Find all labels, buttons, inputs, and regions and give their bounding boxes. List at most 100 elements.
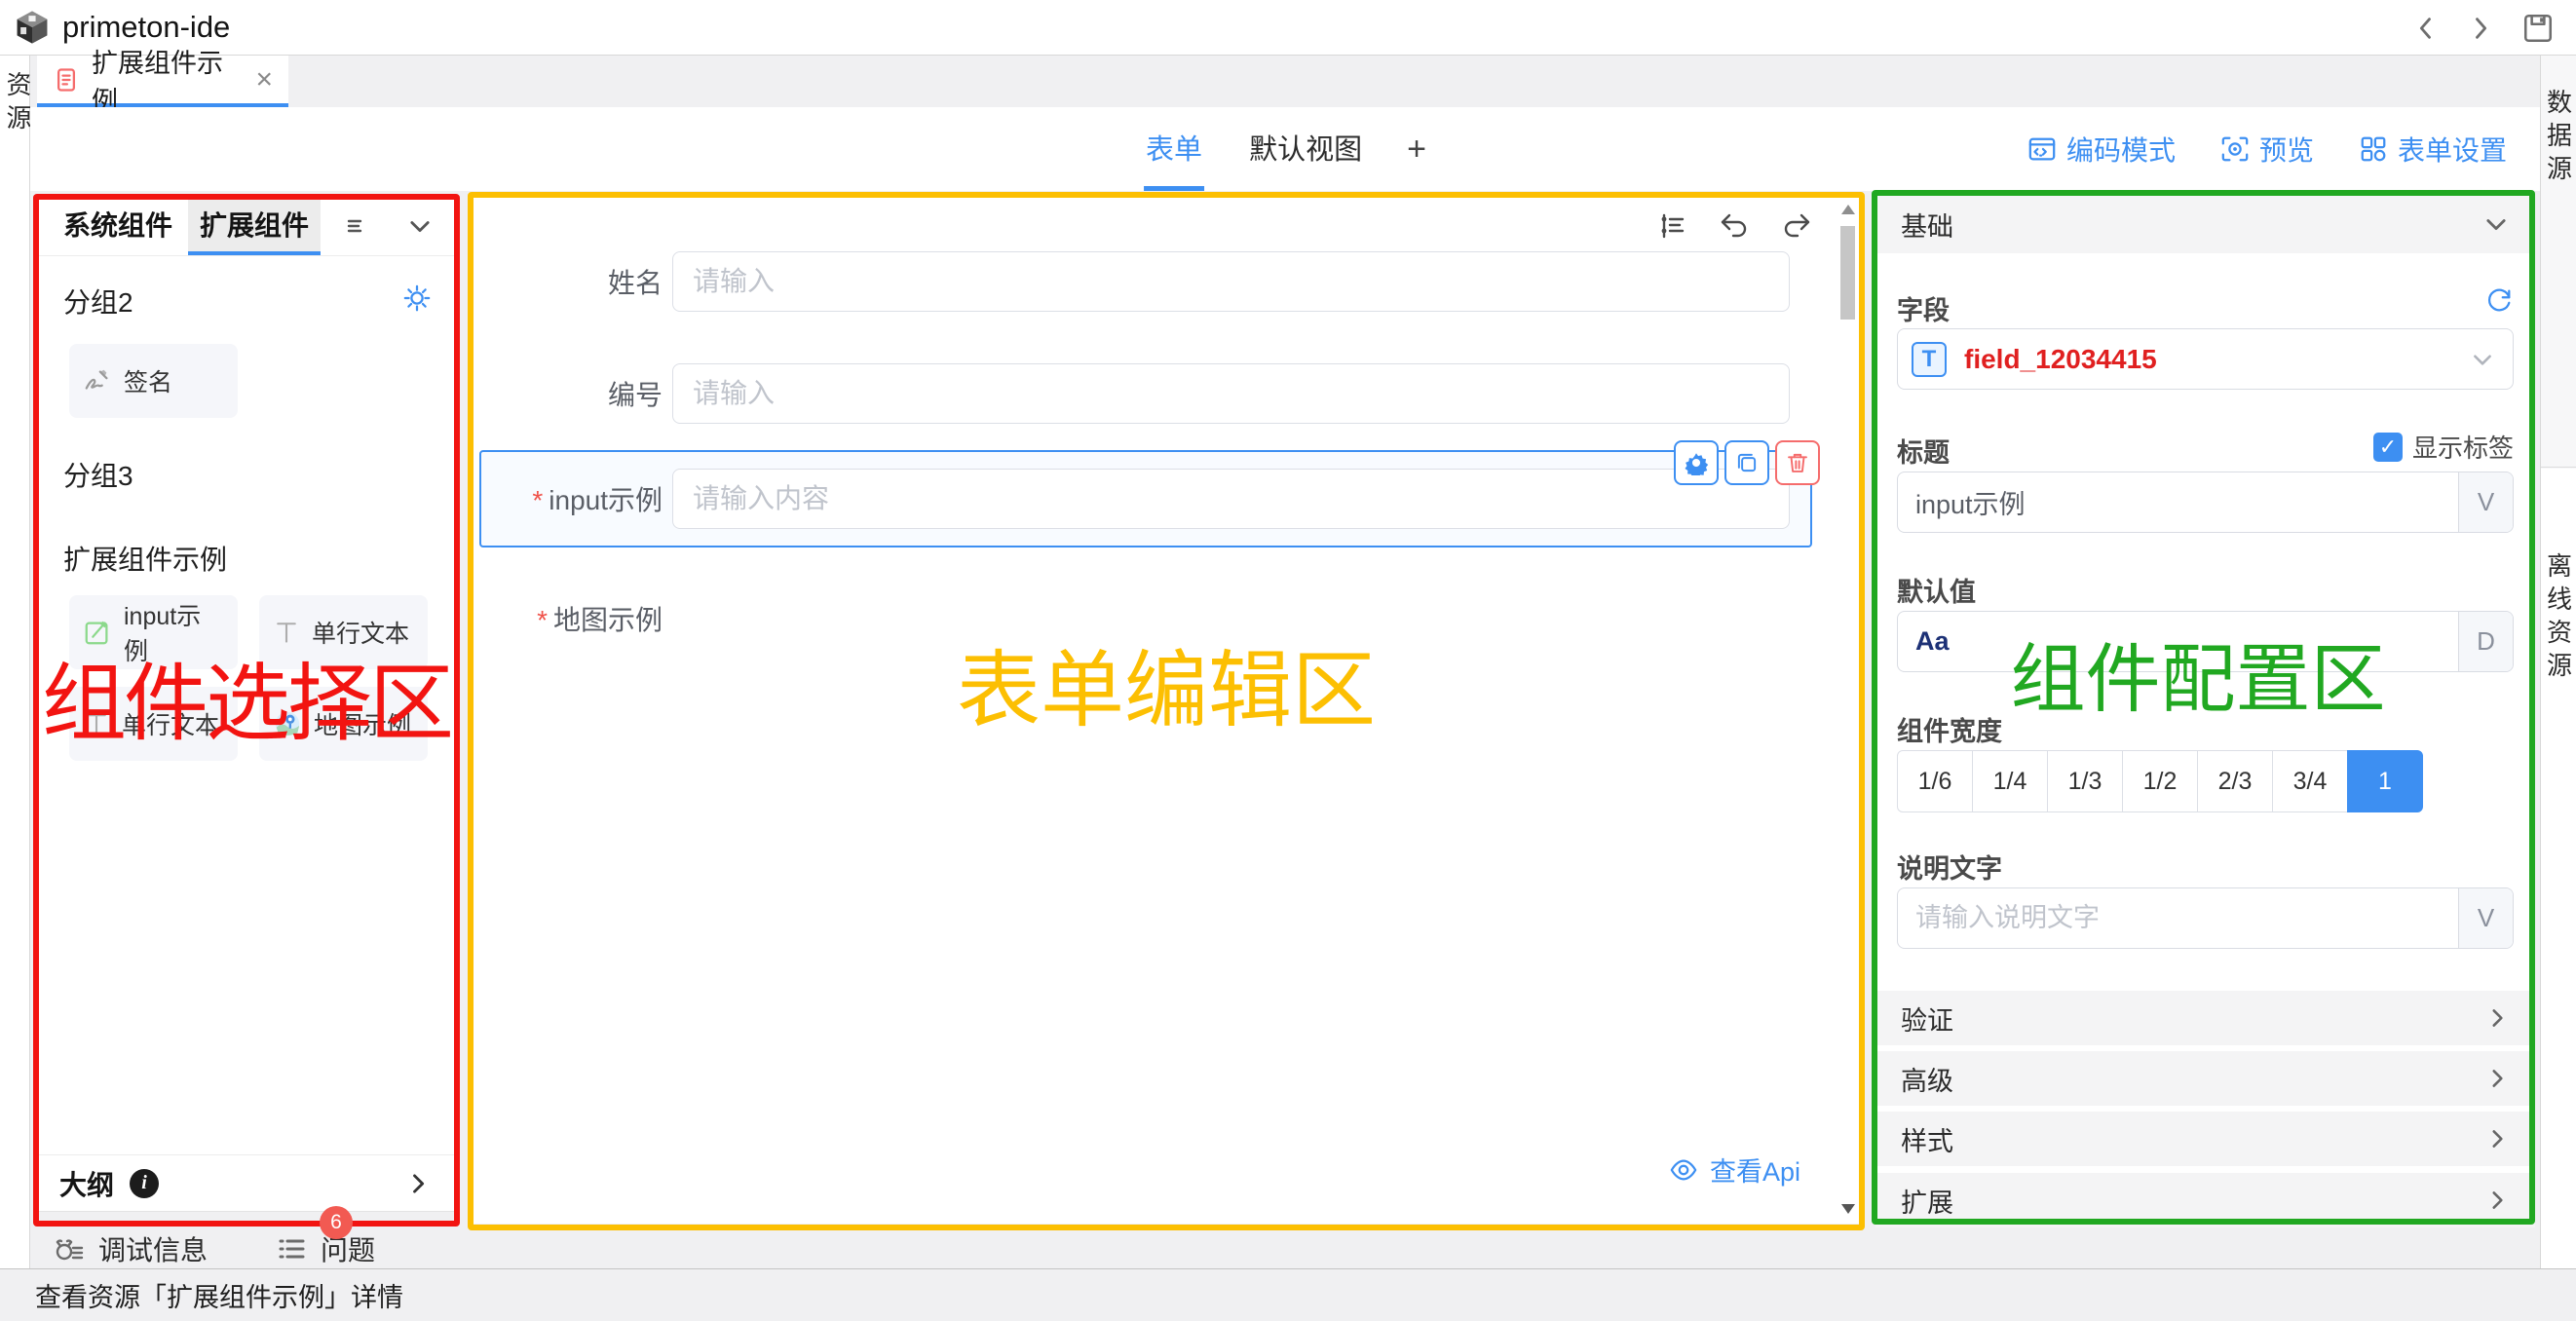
width-option-3-4[interactable]: 3/4 [2272, 750, 2348, 812]
default-value-input[interactable] [1898, 612, 2458, 671]
right-rail: 数据源 离线资源 [2540, 56, 2576, 1268]
debug-info-button[interactable]: 调试信息 [54, 1229, 208, 1268]
left-rail-resources[interactable]: 资源 [0, 56, 30, 1268]
title-variable-button[interactable]: V [2458, 472, 2513, 532]
section-extension-label: 扩展 [1901, 1182, 1953, 1220]
section-advanced[interactable]: 高级 [1875, 1051, 2535, 1106]
app-logo-icon [14, 9, 51, 46]
right-rail-datasource[interactable]: 数据源 [2541, 56, 2576, 468]
text-t-icon [83, 710, 110, 737]
titlebar: primeton-ide [0, 0, 2576, 56]
group-title-3: 分组3 [63, 455, 133, 494]
preview-button[interactable]: 预览 [2220, 130, 2314, 169]
section-extension[interactable]: 扩展 [1875, 1173, 2535, 1227]
save-icon[interactable] [2521, 12, 2555, 45]
form-canvas: 姓名 编号 *input示例 *地图示例 查看Api [470, 195, 1863, 1224]
title-section-label: 标题 [1897, 432, 1950, 470]
delete-trash-icon[interactable] [1775, 440, 1820, 485]
section-style[interactable]: 样式 [1875, 1112, 2535, 1166]
chevron-right-icon [2484, 1188, 2510, 1213]
copy-icon[interactable] [1724, 440, 1769, 485]
title-input[interactable] [1898, 472, 2458, 532]
section-validation[interactable]: 验证 [1875, 991, 2535, 1045]
map-icon [273, 709, 302, 738]
info-icon: i [130, 1169, 159, 1198]
problems-count-badge: 6 [320, 1206, 353, 1239]
palette-tabs: 系统组件 扩展组件 [34, 196, 457, 256]
description-variable-button[interactable]: V [2458, 888, 2513, 948]
form-settings-button[interactable]: 表单设置 [2359, 130, 2507, 169]
code-input[interactable] [672, 363, 1790, 424]
field-type-t-icon: T [1912, 342, 1947, 377]
palette-item-label: 单行文本 [122, 706, 219, 741]
width-option-1-4[interactable]: 1/4 [1972, 750, 2048, 812]
component-settings-button[interactable] [1674, 440, 1719, 485]
name-input[interactable] [672, 251, 1790, 312]
field-value: field_12034415 [1964, 344, 2470, 375]
description-input[interactable] [1898, 888, 2458, 948]
input-sample-input[interactable] [672, 469, 1790, 529]
forward-chevron-icon[interactable] [2467, 15, 2494, 42]
add-view-button[interactable]: + [1407, 107, 1426, 191]
palette-item-signature[interactable]: 签名 [69, 344, 238, 418]
form-row-map-sample[interactable]: *地图示例 [470, 599, 672, 638]
field-label: 编号 [470, 374, 663, 413]
tab-form[interactable]: 表单 [1144, 107, 1204, 191]
canvas-scrollbar[interactable] [1840, 201, 1855, 1218]
form-row-input-sample-selected[interactable]: *input示例 [479, 450, 1812, 547]
file-tab-active[interactable]: 扩展组件示例 × [37, 56, 288, 107]
tab-default-view[interactable]: 默认视图 [1247, 107, 1364, 191]
scroll-up-arrow[interactable] [1841, 205, 1855, 214]
back-chevron-icon[interactable] [2412, 15, 2440, 42]
view-tabs: 表单 默认视图 + [1144, 107, 1426, 191]
redo-icon[interactable] [1781, 210, 1812, 242]
outline-footer[interactable]: 大纲 i [34, 1154, 457, 1211]
inspector-panel: 基础 字段 T field_12034415 标题 ✓ 显示标签 V 默认值 D… [1875, 195, 2535, 1227]
description-label: 说明文字 [1897, 848, 2002, 886]
chevron-down-icon [2482, 210, 2510, 238]
refresh-icon[interactable] [2484, 285, 2514, 315]
gear-icon[interactable] [402, 283, 432, 313]
close-icon[interactable]: × [255, 65, 273, 94]
palette-item-label: 地图示例 [314, 706, 411, 741]
section-basic-header[interactable]: 基础 [1875, 195, 2535, 253]
show-label-checkbox-row[interactable]: ✓ 显示标签 [2373, 429, 2514, 465]
chevron-right-icon[interactable] [404, 1170, 432, 1197]
right-rail-offline[interactable]: 离线资源 [2541, 469, 2576, 1268]
default-value-d-button[interactable]: D [2458, 612, 2513, 671]
code-mode-button[interactable]: 编码模式 [2027, 130, 2176, 169]
form-row-name: 姓名 [470, 251, 1790, 312]
undo-icon[interactable] [1719, 210, 1750, 242]
scroll-down-arrow[interactable] [1841, 1204, 1855, 1214]
palette-item-input-sample[interactable]: input示例 [69, 595, 238, 669]
tab-system-components[interactable]: 系统组件 [57, 196, 178, 255]
chevron-right-icon [2484, 1126, 2510, 1151]
palette-item-single-text-2[interactable]: 单行文本 [69, 687, 238, 761]
outline-tree-icon[interactable] [1656, 210, 1687, 242]
palette-menu-icon[interactable] [344, 196, 367, 255]
text-t-icon [273, 619, 300, 646]
preview-label: 预览 [2259, 130, 2314, 169]
width-option-1-selected[interactable]: 1 [2347, 750, 2423, 812]
field-section-label: 字段 [1897, 289, 1950, 327]
field-label: *地图示例 [470, 599, 663, 638]
chevron-down-icon [2470, 347, 2495, 372]
form-settings-icon [2359, 134, 2388, 164]
palette-item-map-sample[interactable]: 地图示例 [259, 687, 428, 761]
palette-collapse-chevron-icon[interactable] [406, 196, 434, 256]
width-option-1-6[interactable]: 1/6 [1897, 750, 1973, 812]
width-option-2-3[interactable]: 2/3 [2197, 750, 2273, 812]
required-asterisk: * [537, 605, 548, 635]
datasource-label: 数据源 [2541, 89, 2576, 467]
tab-extension-components[interactable]: 扩展组件 [188, 196, 321, 255]
width-option-1-3[interactable]: 1/3 [2047, 750, 2123, 812]
scrollbar-thumb[interactable] [1840, 226, 1855, 320]
section-basic-label: 基础 [1901, 206, 1953, 244]
checkbox-checked-icon[interactable]: ✓ [2373, 433, 2403, 462]
edit-pencil-icon [83, 618, 112, 647]
field-select[interactable]: T field_12034415 [1897, 328, 2514, 390]
view-api-link[interactable]: 查看Api [1669, 1151, 1800, 1189]
width-option-1-2[interactable]: 1/2 [2122, 750, 2198, 812]
app-window: primeton-ide 资源 数据源 离线资源 扩展组件示例 × [0, 0, 2576, 1321]
palette-item-single-text-1[interactable]: 单行文本 [259, 595, 428, 669]
